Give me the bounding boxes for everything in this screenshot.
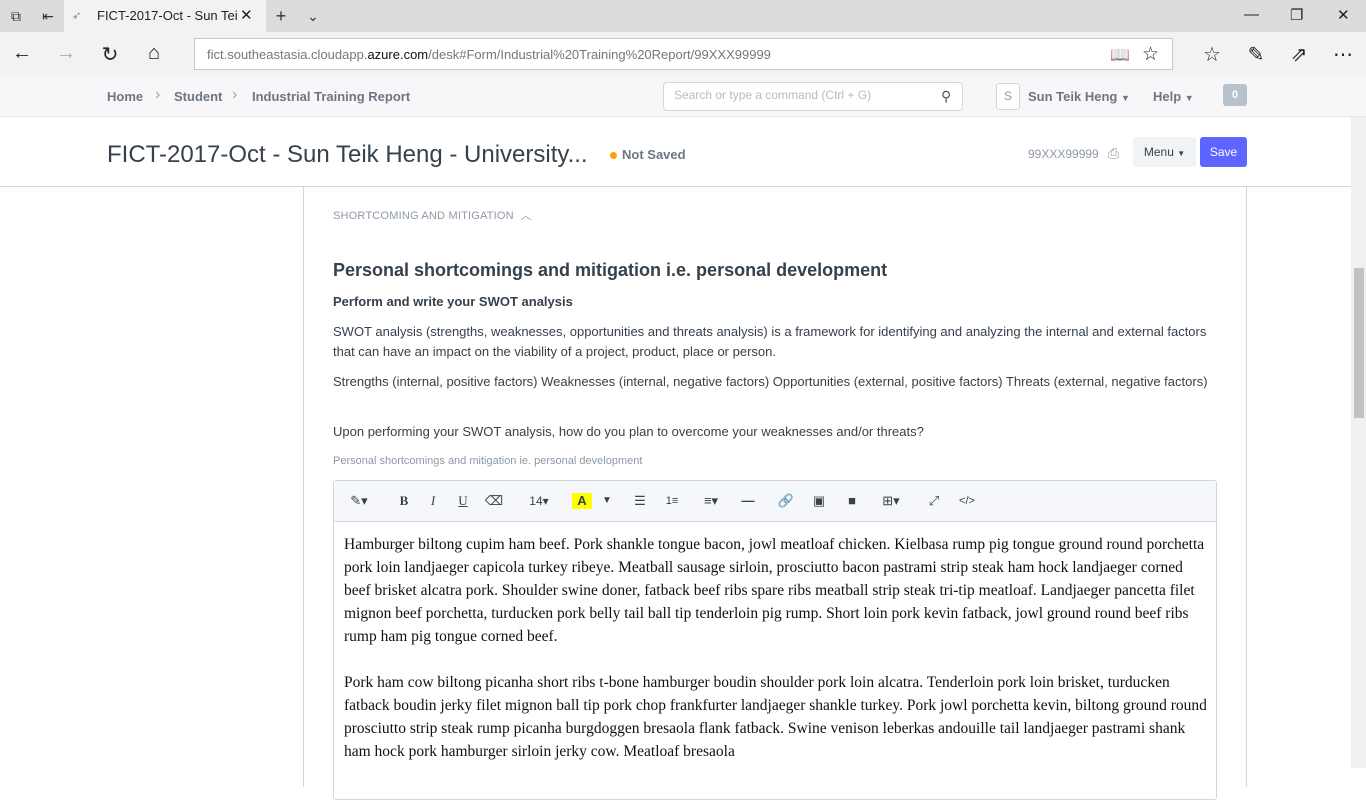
field-label: Personal shortcomings and mitigation ie.… (333, 455, 643, 467)
italic-icon[interactable]: I (423, 489, 443, 513)
help-menu[interactable]: Help ▼ (1153, 89, 1194, 104)
menu-label: Menu (1143, 145, 1174, 159)
scrollbar-thumb[interactable] (1354, 268, 1364, 418)
help-label: Help (1153, 89, 1182, 104)
favorite-star-icon[interactable]: ☆ (1142, 43, 1159, 66)
forward-icon[interactable]: → (54, 42, 78, 65)
chevron-up-icon: ︿ (520, 210, 532, 222)
page-head: FICT-2017-Oct - Sun Teik Heng - Universi… (0, 117, 1366, 187)
avatar[interactable]: S (996, 83, 1020, 110)
user-name: Sun Teik Heng (1028, 89, 1118, 104)
save-button[interactable]: Save (1200, 137, 1247, 167)
horizontal-rule-icon[interactable]: — (738, 489, 758, 513)
highlight-color-icon[interactable]: A (572, 493, 592, 509)
refresh-icon[interactable]: ↻ (98, 42, 122, 67)
breadcrumb-chevron-icon: › (232, 86, 238, 103)
close-window-icon[interactable]: ✕ (1337, 6, 1350, 24)
user-menu[interactable]: Sun Teik Heng ▼ (1028, 89, 1130, 104)
set-tabs-aside-icon[interactable]: ⇤ (40, 8, 56, 24)
tab-list-chevron-icon[interactable]: ⌄ (305, 8, 321, 24)
new-tab-icon[interactable]: + (273, 7, 289, 25)
paragraph-align-icon[interactable]: ≡▾ (696, 489, 726, 513)
form-section-card: SHORTCOMING AND MITIGATION ︿ Personal sh… (303, 187, 1247, 800)
breadcrumb-home[interactable]: Home (107, 89, 143, 104)
section-header: SHORTCOMING AND MITIGATION (333, 210, 514, 222)
more-options-icon[interactable]: ⋯ (1331, 42, 1355, 67)
bullet-list-icon[interactable]: ☰ (630, 489, 650, 513)
editor-paragraph: Pork ham cow biltong picanha short ribs … (344, 674, 1207, 760)
reading-view-icon[interactable]: 📖 (1110, 45, 1130, 65)
font-size-select[interactable]: 14▾ (524, 489, 554, 513)
notification-badge[interactable]: 0 (1223, 84, 1247, 106)
browser-tab-strip: ⧉ ⇤ ➶ FICT-2017-Oct - Sun Tei ✕ + ⌄ — ❐ … (0, 0, 1366, 32)
caret-down-icon: ▼ (1177, 149, 1186, 158)
page-scrollbar[interactable] (1351, 117, 1366, 768)
fullscreen-icon[interactable]: ⤢ (924, 489, 944, 513)
font-size-value: 14 (529, 494, 543, 508)
description-paragraph: SWOT analysis (strengths, weaknesses, op… (333, 324, 1207, 359)
app-navbar: Home › Student › Industrial Training Rep… (0, 76, 1366, 117)
search-icon[interactable]: ⚲ (941, 88, 951, 105)
section-subheading: Perform and write your SWOT analysis (333, 294, 573, 309)
underline-icon[interactable]: U (453, 489, 473, 513)
tab-title: FICT-2017-Oct - Sun Tei (97, 8, 237, 23)
color-dropdown-icon[interactable]: ▼ (600, 489, 614, 513)
code-view-icon[interactable]: </> (956, 489, 978, 513)
home-icon[interactable]: ⌂ (142, 42, 166, 65)
pen-notes-icon[interactable]: ✎ (1244, 42, 1268, 67)
editor-content[interactable]: Hamburger biltong cupim ham beef. Pork s… (344, 533, 1208, 786)
browser-tab-active[interactable]: ➶ FICT-2017-Oct - Sun Tei ✕ (64, 0, 266, 32)
favorites-hub-icon[interactable]: ☆ (1200, 42, 1224, 67)
address-bar[interactable]: fict.southeastasia.cloudapp.azure.com/de… (194, 38, 1173, 70)
awesome-bar: ⚲ (663, 82, 963, 111)
rich-text-editor: ✎▾ B I U ⌫ 14▾ A ▼ ☰ 1≡ ≡▾ — 🔗 ▣ ■ ⊞▾ ⤢ … (333, 480, 1217, 800)
document-id: 99XXX99999 (1028, 147, 1099, 161)
status-dot-icon (610, 152, 617, 159)
url-text: fict.southeastasia.cloudapp.azure.com/de… (207, 47, 771, 62)
clear-format-eraser-icon[interactable]: ⌫ (484, 489, 504, 513)
breadcrumb-chevron-icon: › (155, 86, 161, 103)
page-title: FICT-2017-Oct - Sun Teik Heng - Universi… (107, 141, 588, 168)
tab-favicon-icon: ➶ (72, 10, 82, 22)
breadcrumb-student[interactable]: Student (174, 89, 222, 104)
breadcrumb-industrial-training-report[interactable]: Industrial Training Report (252, 89, 410, 104)
description-paragraph: Strengths (internal, positive factors) W… (333, 374, 1208, 389)
image-icon[interactable]: ▣ (809, 489, 829, 513)
tab-actions-icon[interactable]: ⧉ (8, 8, 24, 24)
link-icon[interactable]: 🔗 (776, 489, 796, 513)
share-icon[interactable]: ⇗ (1287, 42, 1311, 67)
table-icon[interactable]: ⊞▾ (876, 489, 906, 513)
caret-down-icon: ▼ (1120, 93, 1130, 103)
editor-paragraph: Hamburger biltong cupim ham beef. Pork s… (344, 536, 1205, 645)
browser-address-row: ← → ↻ ⌂ fict.southeastasia.cloudapp.azur… (0, 32, 1366, 76)
section-heading: Personal shortcomings and mitigation i.e… (333, 260, 888, 280)
editor-toolbar: ✎▾ B I U ⌫ 14▾ A ▼ ☰ 1≡ ≡▾ — 🔗 ▣ ■ ⊞▾ ⤢ … (334, 481, 1216, 522)
status-indicator: Not Saved (622, 147, 686, 162)
back-icon[interactable]: ← (10, 42, 34, 65)
bold-icon[interactable]: B (394, 489, 414, 513)
caret-down-icon: ▼ (1184, 93, 1194, 103)
video-icon[interactable]: ■ (842, 489, 862, 513)
style-magic-icon[interactable]: ✎▾ (342, 489, 376, 513)
restore-icon[interactable]: ❐ (1290, 6, 1303, 24)
ordered-list-icon[interactable]: 1≡ (662, 489, 682, 513)
question-paragraph: Upon performing your SWOT analysis, how … (333, 424, 924, 439)
menu-button[interactable]: Menu ▼ (1133, 137, 1196, 167)
minimize-icon[interactable]: — (1244, 6, 1259, 23)
print-icon[interactable]: ⎙ (1108, 145, 1119, 162)
search-input[interactable] (674, 88, 924, 102)
section-toggle[interactable]: SHORTCOMING AND MITIGATION ︿ (333, 207, 532, 223)
close-tab-icon[interactable]: ✕ (240, 6, 253, 24)
